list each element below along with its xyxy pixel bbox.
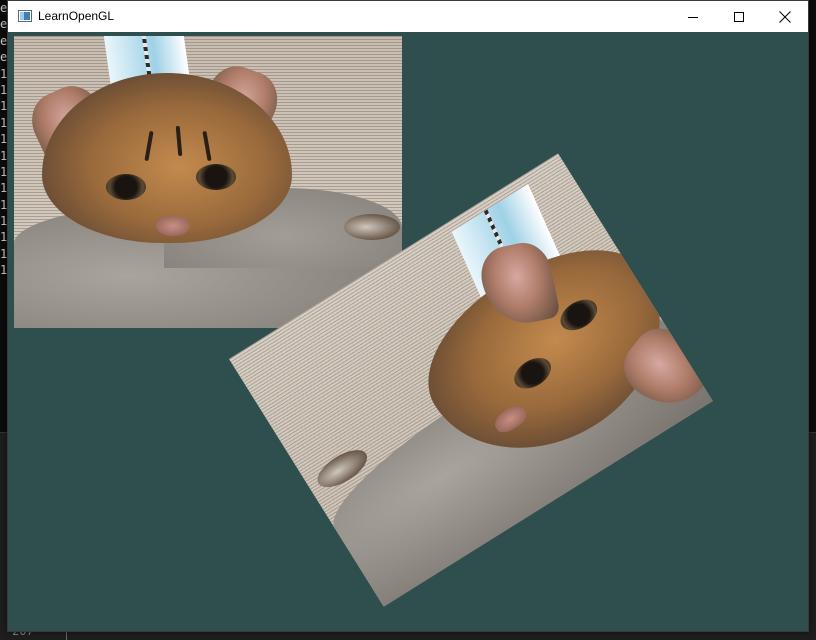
cat-paw [344,214,400,240]
maximize-button[interactable] [716,1,762,32]
cat-quad-upper-left [14,36,402,328]
cat-nose [156,216,190,236]
maximize-icon [734,11,744,22]
close-icon [779,10,791,23]
cat-eye [196,164,236,190]
cat-eye [106,174,146,200]
opengl-window[interactable]: LearnOpenGL [7,0,809,632]
minimize-button[interactable] [670,1,716,32]
close-button[interactable] [762,1,808,32]
title-bar[interactable]: LearnOpenGL [8,1,808,32]
window-app-icon [18,10,32,22]
window-title: LearnOpenGL [38,9,115,23]
minimize-icon [688,16,698,18]
opengl-viewport[interactable] [8,32,808,631]
